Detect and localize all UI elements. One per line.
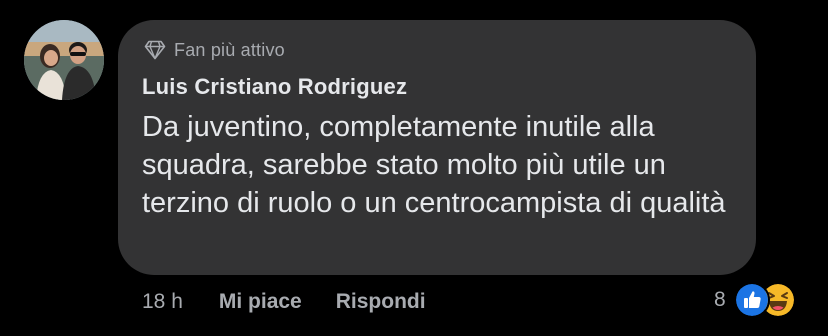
reaction-count: 8 xyxy=(714,288,726,311)
diamond-icon xyxy=(144,40,166,60)
avatar[interactable] xyxy=(24,20,104,100)
avatar-photo xyxy=(24,20,104,100)
comment-text: Da juventino, completamente inutile alla… xyxy=(142,111,726,219)
comment-actions: 18 h Mi piace Rispondi xyxy=(142,288,426,316)
reactions-summary[interactable]: 8 xyxy=(714,282,796,318)
comment-timestamp[interactable]: 18 h xyxy=(142,290,183,314)
comment-bubble: Fan più attivo Luis Cristiano Rodriguez … xyxy=(118,20,756,275)
like-reaction-icon xyxy=(733,282,770,318)
badge-label: Fan più attivo xyxy=(174,39,285,60)
comment-screen: Fan più attivo Luis Cristiano Rodriguez … xyxy=(0,0,828,336)
like-button[interactable]: Mi piace xyxy=(219,290,302,314)
reply-button[interactable]: Rispondi xyxy=(336,290,426,314)
top-fan-badge: Fan più attivo xyxy=(144,38,285,62)
comment-author[interactable]: Luis Cristiano Rodriguez xyxy=(142,74,407,100)
